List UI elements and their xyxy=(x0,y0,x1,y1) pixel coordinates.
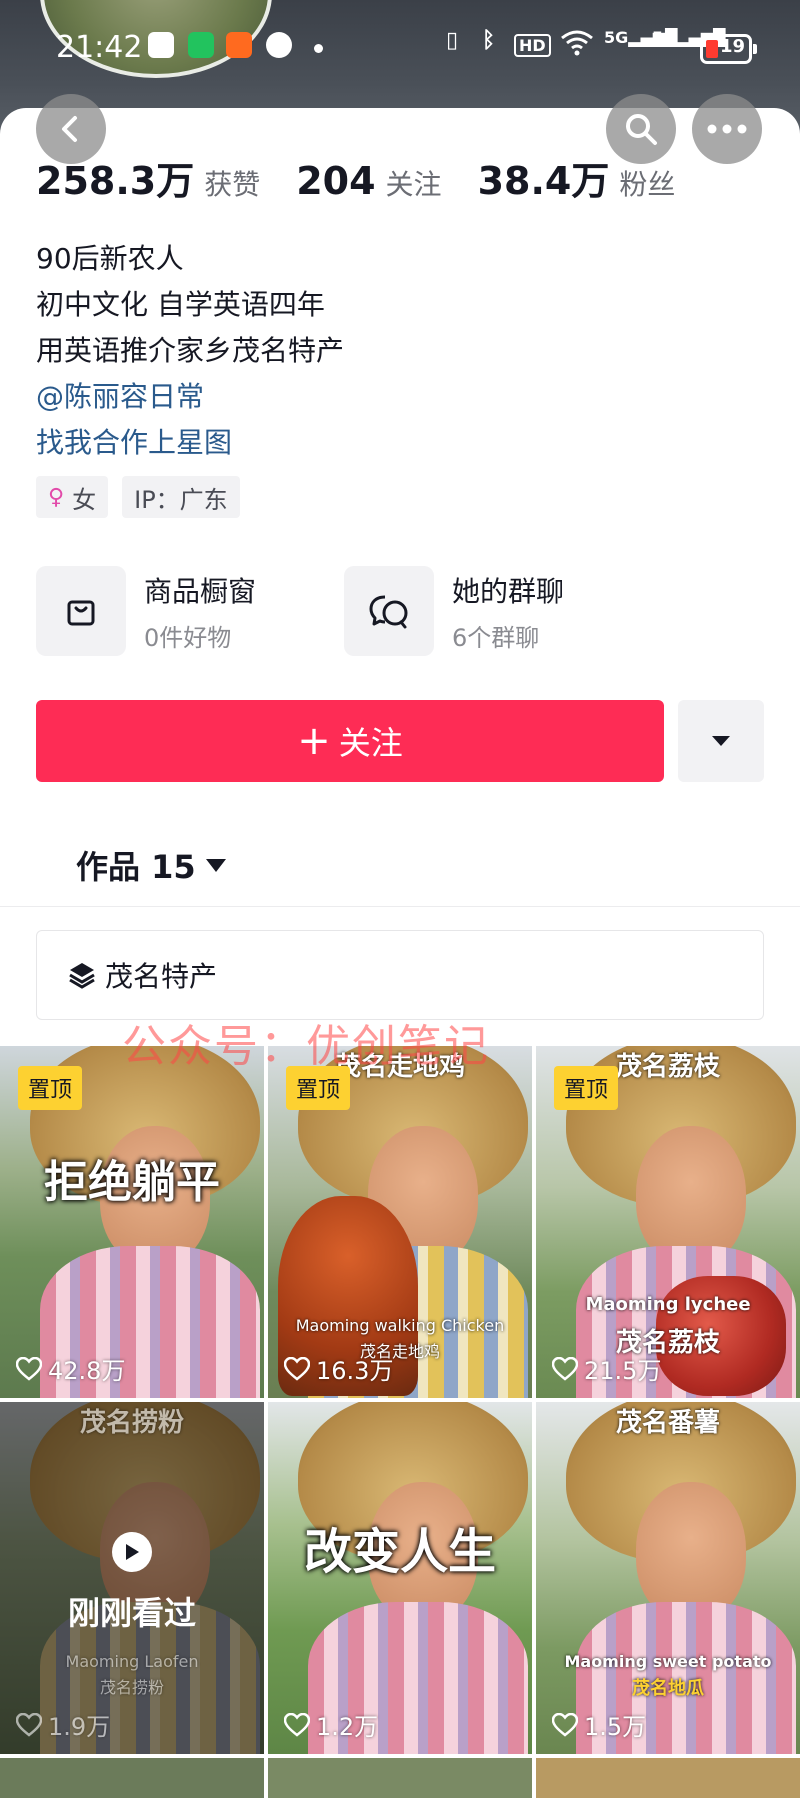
heart-icon xyxy=(16,1356,42,1381)
followers-label[interactable]: 粉丝 xyxy=(619,163,675,203)
likes-count: 258.3万 xyxy=(36,159,195,203)
video-tile[interactable]: 改变人生 1.2万 xyxy=(268,1402,532,1754)
ip-location-label: IP：广东 xyxy=(134,485,228,514)
video-tile[interactable] xyxy=(536,1758,800,1798)
group-chat-entry[interactable]: 她的群聊 6个群聊 xyxy=(344,566,564,656)
heart-icon xyxy=(284,1356,310,1381)
layers-icon xyxy=(69,963,95,989)
video-likes: 1.9万 xyxy=(16,1707,110,1742)
video-tile[interactable]: 茂名番薯 Maoming sweet potato 茂名地瓜 1.5万 xyxy=(536,1402,800,1754)
vibrate-icon: ▯ xyxy=(446,28,459,53)
video-tile[interactable] xyxy=(268,1758,532,1798)
follow-button[interactable]: + 关注 xyxy=(36,700,664,782)
group-chat-icon xyxy=(344,566,434,656)
video-caption-en: Maoming walking Chicken xyxy=(295,1316,505,1335)
group-chat-title: 她的群聊 xyxy=(452,574,565,608)
works-tab[interactable]: 作品 15 xyxy=(76,842,226,888)
pinned-badge: 置顶 xyxy=(554,1066,619,1110)
battery-indicator: 19 xyxy=(700,34,757,64)
following-count[interactable]: 204 xyxy=(296,159,375,203)
following-label[interactable]: 关注 xyxy=(386,163,442,203)
video-caption-cn: 茂名捞粉 xyxy=(99,1678,164,1697)
heart-icon xyxy=(552,1712,578,1737)
bio-line: 初中文化 自学英语四年 xyxy=(36,288,325,321)
shop-window-title: 商品橱窗 xyxy=(144,574,257,608)
watched-overlay xyxy=(0,1402,264,1754)
video-likes: 1.5万 xyxy=(552,1707,646,1742)
chevron-left-icon xyxy=(62,116,77,142)
play-icon xyxy=(112,1532,152,1572)
heart-icon xyxy=(284,1712,310,1737)
mention-link[interactable]: @陈丽容日常 xyxy=(36,374,344,420)
ip-location-tag: IP：广东 xyxy=(122,476,240,518)
profile-bio: 90后新农人 初中文化 自学英语四年 用英语推介家乡茂名特产 @陈丽容日常 找我… xyxy=(36,236,344,466)
cooperation-link[interactable]: 找我合作上星图 xyxy=(36,420,344,466)
video-top-caption: 茂名捞粉 xyxy=(79,1408,184,1438)
collection-label: 茂名特产 xyxy=(105,960,218,993)
shop-window-entry[interactable]: 商品橱窗 0件好物 xyxy=(36,566,256,656)
video-caption: 拒绝躺平 xyxy=(44,1157,220,1208)
realme-notification-icon xyxy=(266,32,292,58)
video-top-caption: 茂名番薯 xyxy=(615,1408,720,1438)
group-chat-subtitle: 6个群聊 xyxy=(452,623,540,652)
shop-window-subtitle: 0件好物 xyxy=(144,623,232,652)
bio-line: 用英语推介家乡茂名特产 xyxy=(36,334,345,367)
video-tile[interactable]: 茂名捞粉 刚刚看过 Maoming Laofen 茂名捞粉 1.9万 xyxy=(0,1402,264,1754)
likes-label: 获赞 xyxy=(204,168,261,201)
video-caption-en: Maoming lychee xyxy=(585,1294,751,1315)
recently-watched-label: 刚刚看过 xyxy=(67,1594,196,1632)
video-likes: 42.8万 xyxy=(16,1351,125,1386)
more-horizontal-icon xyxy=(707,124,747,134)
video-caption-en: Maoming sweet potato xyxy=(564,1652,772,1671)
video-likes: 21.5万 xyxy=(552,1351,661,1386)
wifi-icon xyxy=(560,28,594,62)
followers-count[interactable]: 38.4万 xyxy=(478,150,610,205)
status-bar: 21:42 ▯ ᛒ HD 5G▂▄▆█ 5G▂▄▆█ 19 xyxy=(0,22,800,74)
profile-tags: ♀ 女 IP：广东 xyxy=(36,476,240,518)
hd-icon: HD xyxy=(514,34,551,57)
video-likes: 1.2万 xyxy=(284,1707,378,1742)
gender-label: 女 xyxy=(72,485,97,514)
more-notifications-dot xyxy=(314,44,323,53)
video-caption-en: Maoming Laofen xyxy=(65,1652,199,1671)
video-tile[interactable]: 茂名荔枝 置顶 Maoming lychee 茂名荔枝 21.5万 xyxy=(536,1046,800,1398)
video-tile[interactable] xyxy=(0,1758,264,1798)
gender-tag: ♀ 女 xyxy=(36,476,109,518)
heart-icon xyxy=(16,1712,42,1737)
shopping-bag-icon xyxy=(36,566,126,656)
video-caption-cn: 茂名地瓜 xyxy=(632,1678,704,1699)
female-icon: ♀ xyxy=(48,484,65,510)
app-notification-icon xyxy=(226,32,252,58)
pinned-badge: 置顶 xyxy=(18,1066,83,1110)
recommend-dropdown-button[interactable] xyxy=(678,700,764,782)
caret-down-icon xyxy=(712,736,730,746)
video-tile[interactable]: 茂名走地鸡 置顶 Maoming walking Chicken 茂名走地鸡 1… xyxy=(268,1046,532,1398)
tab-divider xyxy=(0,906,800,907)
app-notification-icon xyxy=(188,32,214,58)
bio-line: 90后新农人 xyxy=(36,242,184,275)
collection-card[interactable]: 茂名特产 xyxy=(36,930,764,1020)
caret-down-icon xyxy=(205,858,226,872)
search-icon xyxy=(626,114,657,145)
status-time: 21:42 xyxy=(56,30,143,65)
heart-icon xyxy=(552,1356,578,1381)
follow-label: 关注 xyxy=(338,724,403,762)
works-tab-label: 作品 15 xyxy=(76,848,196,886)
bluetooth-icon: ᛒ xyxy=(482,28,496,53)
video-tile[interactable]: 置顶 拒绝躺平 42.8万 xyxy=(0,1046,264,1398)
video-caption: 改变人生 xyxy=(303,1524,496,1580)
wechat-notification-icon xyxy=(148,32,174,58)
video-likes: 16.3万 xyxy=(284,1351,393,1386)
profile-stats: 258.3万 获赞 204 关注 38.4万 粉丝 xyxy=(36,150,711,205)
watermark-text: 公众号：优创笔记 xyxy=(122,1021,490,1072)
plus-icon: + xyxy=(297,718,331,764)
